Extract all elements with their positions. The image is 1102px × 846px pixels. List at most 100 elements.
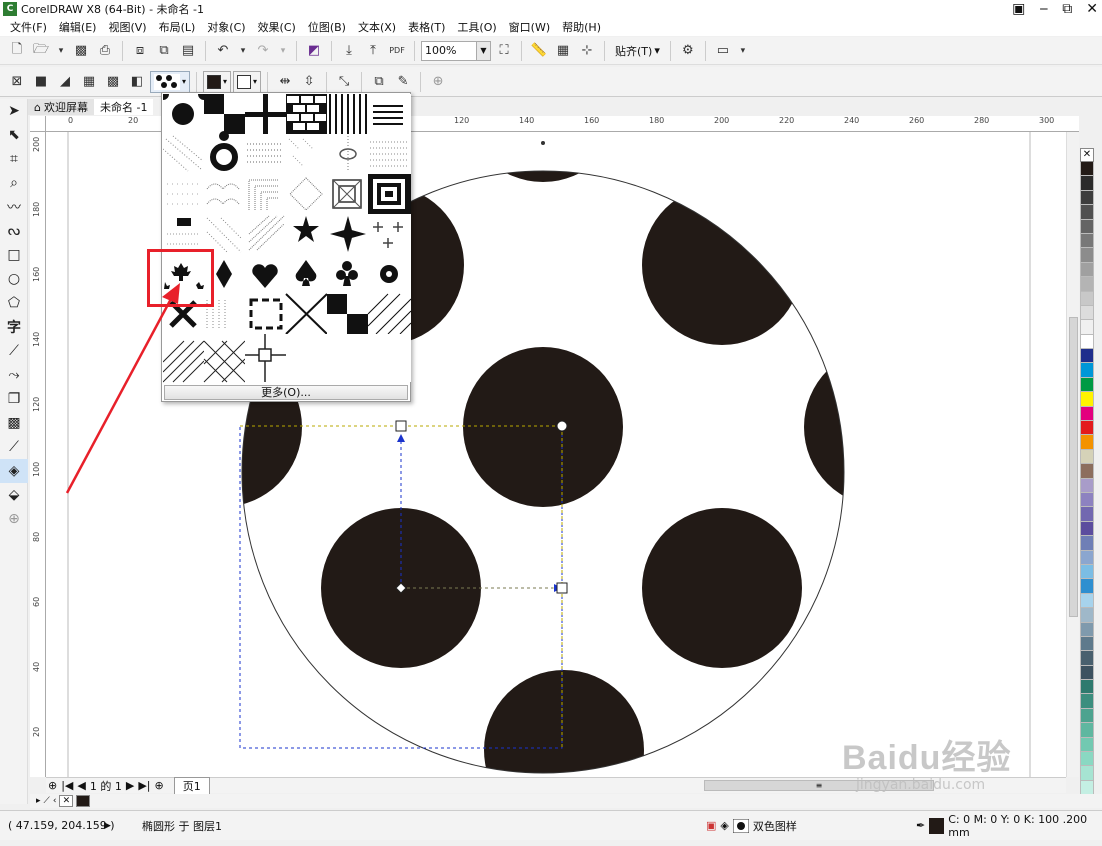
ruler-origin[interactable] xyxy=(30,116,46,132)
palette-color-swatch[interactable] xyxy=(1080,435,1094,450)
show-rulers-icon[interactable]: 📏 xyxy=(528,40,550,62)
no-fill-icon[interactable]: ⊠ xyxy=(6,71,28,93)
pattern-stars-swatch[interactable] xyxy=(286,214,327,254)
palette-color-swatch[interactable] xyxy=(1080,277,1094,292)
prev-page-icon[interactable]: ◀ xyxy=(77,779,85,792)
snap-to-dropdown[interactable]: 贴齐(T) ▾ xyxy=(611,43,664,59)
more-patterns-button[interactable]: 更多(O)... xyxy=(164,385,408,400)
edit-fill-icon[interactable]: ✎ xyxy=(392,71,414,93)
palette-color-swatch[interactable] xyxy=(1080,320,1094,335)
transform-with-object-icon[interactable]: ⤡ xyxy=(333,71,355,93)
pattern-checker-swatch[interactable] xyxy=(204,94,245,134)
pattern-big-checker-swatch[interactable] xyxy=(327,294,368,334)
palette-color-swatch[interactable] xyxy=(1080,708,1094,724)
rectangle-tool-icon[interactable]: □ xyxy=(0,243,28,267)
palette-color-swatch[interactable] xyxy=(1080,507,1094,522)
palette-color-swatch[interactable] xyxy=(1080,262,1094,278)
two-color-pattern-fill-icon[interactable]: ◧ xyxy=(126,71,148,93)
redo-dropdown-icon[interactable]: ▾ xyxy=(276,40,290,62)
minimize-button[interactable]: ‒ xyxy=(1039,0,1048,18)
foreground-color-picker[interactable]: ▾ xyxy=(203,70,232,93)
save-icon[interactable]: ▩ xyxy=(70,40,92,62)
palette-color-swatch[interactable] xyxy=(1080,608,1094,623)
new-document-icon[interactable]: 🗋 xyxy=(6,40,28,62)
palette-color-swatch[interactable] xyxy=(1080,593,1094,609)
redo-icon[interactable]: ↷ xyxy=(252,40,274,62)
palette-color-swatch[interactable] xyxy=(1080,449,1094,465)
pattern-corner-lines-swatch[interactable] xyxy=(245,174,286,214)
bitmap-pattern-fill-icon[interactable]: ▩ xyxy=(102,71,124,93)
palette-color-swatch[interactable] xyxy=(1080,248,1094,263)
pattern-grid-swatch[interactable] xyxy=(245,94,286,134)
polygon-tool-icon[interactable]: ⬠ xyxy=(0,291,28,315)
pattern-flowers-swatch[interactable] xyxy=(368,254,411,294)
palette-color-swatch[interactable] xyxy=(1080,564,1094,580)
pattern-light-texture-swatch[interactable] xyxy=(286,134,327,174)
show-grid-icon[interactable]: ▦ xyxy=(552,40,574,62)
palette-color-swatch[interactable] xyxy=(1080,205,1094,220)
full-screen-icon[interactable]: ⛶ xyxy=(493,40,515,62)
menu-text[interactable]: 文本(X) xyxy=(354,19,404,35)
zoom-level-select[interactable]: 100% ▼ xyxy=(421,40,491,61)
connector-tool-icon[interactable]: ⤳ xyxy=(0,363,28,387)
palette-color-swatch[interactable] xyxy=(1080,680,1094,695)
eyedropper-tool-icon[interactable]: ⟋ xyxy=(0,435,28,459)
add-page-after-icon[interactable]: ⊕ xyxy=(155,779,164,792)
menu-effects[interactable]: 效果(C) xyxy=(254,19,304,35)
palette-color-swatch[interactable] xyxy=(1080,377,1094,393)
pattern-hearts-swatch[interactable] xyxy=(245,254,286,294)
pattern-diamond-swatch[interactable] xyxy=(286,174,327,214)
palette-color-swatch[interactable] xyxy=(1080,723,1094,738)
application-launcher-icon[interactable]: ▭ xyxy=(712,40,734,62)
status-arrow-icon[interactable]: ▶ xyxy=(104,821,111,831)
close-button[interactable]: ✕ xyxy=(1086,0,1098,18)
pattern-fine-diagonal-swatch[interactable] xyxy=(163,334,205,383)
pattern-compass-swatch[interactable] xyxy=(327,214,368,254)
palette-color-swatch[interactable] xyxy=(1080,233,1094,249)
menu-window[interactable]: 窗口(W) xyxy=(505,19,558,35)
show-guidelines-icon[interactable]: ⊹ xyxy=(576,40,598,62)
pattern-picker-dropdown[interactable]: ▾ xyxy=(150,70,191,93)
vertical-scrollbar[interactable] xyxy=(1066,132,1079,777)
chevron-down-icon[interactable]: ▼ xyxy=(476,41,490,60)
import-icon[interactable]: ⤓ xyxy=(338,40,360,62)
menu-layout[interactable]: 布局(L) xyxy=(155,19,204,35)
pattern-vertical-lines-swatch[interactable] xyxy=(327,94,368,134)
search-content-icon[interactable]: ◩ xyxy=(303,40,325,62)
pattern-dashed-square-swatch[interactable] xyxy=(245,294,286,334)
palette-color-swatch[interactable] xyxy=(1080,665,1094,681)
pattern-diagonal-lines-swatch[interactable] xyxy=(367,293,411,335)
menu-edit[interactable]: 编辑(E) xyxy=(55,19,105,35)
fill-indicator[interactable]: ▣ ◈ 双色图样 xyxy=(706,818,797,834)
pick-tool-icon[interactable]: ➤ xyxy=(0,99,28,123)
eyedropper-icon[interactable]: ⟋ xyxy=(44,796,50,806)
text-tool-icon[interactable]: 字 xyxy=(0,315,28,339)
pattern-dense-dots-swatch[interactable] xyxy=(368,134,411,174)
palette-color-swatch[interactable] xyxy=(1080,636,1094,652)
palette-color-swatch[interactable] xyxy=(1080,349,1094,364)
pattern-ornament-swatch[interactable] xyxy=(327,134,368,174)
menu-table[interactable]: 表格(T) xyxy=(404,19,453,35)
menu-bitmaps[interactable]: 位图(B) xyxy=(304,19,354,35)
black-color-chip[interactable] xyxy=(76,795,91,807)
page-tab[interactable]: 页1 xyxy=(173,776,210,795)
zoom-tool-icon[interactable]: ⌕ xyxy=(0,171,28,195)
copy-fill-icon[interactable]: ⧉ xyxy=(368,71,390,93)
mirror-tiles-horizontal-icon[interactable]: ⇹ xyxy=(274,71,296,93)
publish-pdf-icon[interactable]: PDF xyxy=(386,40,408,62)
palette-color-swatch[interactable] xyxy=(1080,176,1094,191)
palette-color-swatch[interactable] xyxy=(1080,162,1094,177)
palette-color-swatch[interactable] xyxy=(1080,190,1094,206)
next-page-icon[interactable]: ▶ xyxy=(126,779,134,792)
menu-help[interactable]: 帮助(H) xyxy=(558,19,609,35)
add-page-before-icon[interactable]: ⊕ xyxy=(48,779,57,792)
palette-color-swatch[interactable] xyxy=(1080,363,1094,378)
copy-icon[interactable]: ⧉ xyxy=(153,40,175,62)
palette-color-swatch[interactable] xyxy=(1080,392,1094,407)
vector-pattern-fill-icon[interactable]: ▦ xyxy=(78,71,100,93)
pattern-dotted-diagonal-swatch[interactable] xyxy=(204,214,245,254)
palette-color-swatch[interactable] xyxy=(1080,550,1094,565)
pattern-concentric-squares-swatch[interactable] xyxy=(368,174,411,214)
uniform-fill-icon[interactable]: ■ xyxy=(30,71,52,93)
menu-object[interactable]: 对象(C) xyxy=(203,19,253,35)
